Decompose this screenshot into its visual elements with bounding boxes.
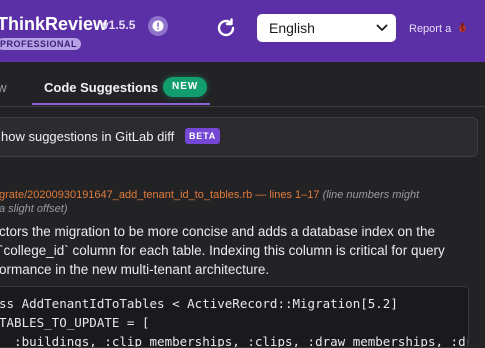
line-number-note-continued: a slight offset) <box>0 203 68 215</box>
version-label: v1.5.5 <box>102 18 136 32</box>
active-tab-indicator <box>32 103 210 105</box>
line-number-note: (line numbers might <box>322 189 420 201</box>
app-header: ThinkReview v1.5.5 PROFESSIONAL English … <box>0 0 485 62</box>
refresh-icon <box>217 18 235 37</box>
beta-badge: BETA <box>185 128 221 144</box>
description-line: ormance in the new multi-tenant architec… <box>0 262 270 277</box>
suggestion-description: ctors the migration to be more concise a… <box>0 222 479 279</box>
chevron-down-icon <box>376 24 388 31</box>
file-path: grate/20200930191647_add_tenant_id_to_ta… <box>0 189 320 201</box>
professional-badge: PROFESSIONAL <box>0 38 82 50</box>
refresh-button[interactable] <box>214 16 238 40</box>
report-bug-link[interactable]: Report a <box>409 22 468 35</box>
code-line: ss AddTenantIdToTables < ActiveRecord::M… <box>0 296 398 311</box>
code-snippet: ss AddTenantIdToTables < ActiveRecord::M… <box>0 286 469 348</box>
new-badge: NEW <box>163 77 208 97</box>
tab-review[interactable]: ew <box>0 80 7 95</box>
app-title: ThinkReview <box>0 14 108 34</box>
info-icon <box>152 20 164 32</box>
code-line: TABLES_TO_UPDATE = [ <box>0 315 150 330</box>
suggestion-file-reference: grate/20200930191647_add_tenant_id_to_ta… <box>0 188 469 216</box>
tab-bar: ew Code Suggestions NEW <box>0 62 485 107</box>
info-button[interactable] <box>148 16 168 36</box>
bug-icon <box>459 23 466 33</box>
diff-suggestions-toggle[interactable]: how suggestions in GitLab diff BETA <box>0 117 478 157</box>
description-line: ctors the migration to be more concise a… <box>0 224 436 239</box>
code-line: :buildings, :clip_memberships, :clips, :… <box>0 334 469 348</box>
toggle-label: how suggestions in GitLab diff <box>1 129 175 144</box>
language-value: English <box>269 20 315 36</box>
tab-code-suggestions[interactable]: Code Suggestions <box>44 80 158 95</box>
description-line: `college_id` column for each table. Inde… <box>0 243 445 258</box>
language-select[interactable]: English <box>257 14 396 42</box>
report-label: Report a <box>409 23 452 35</box>
